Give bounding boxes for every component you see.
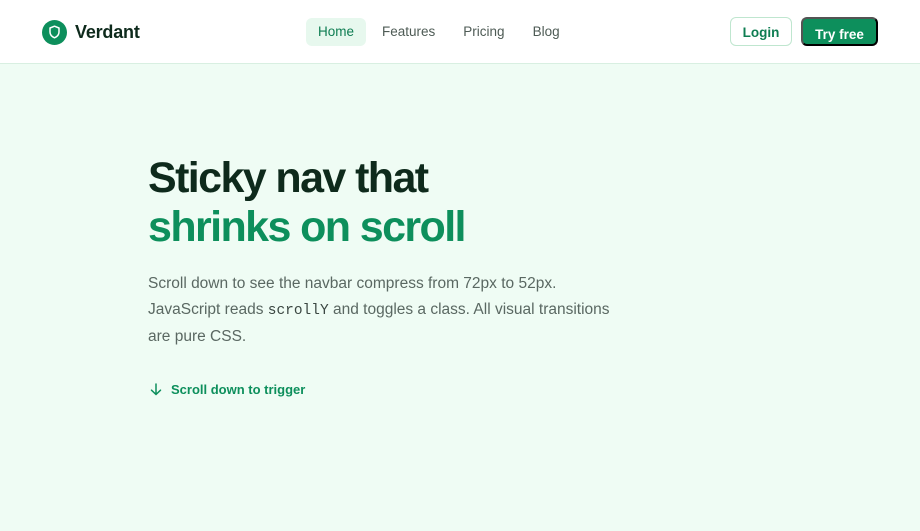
hero-title: Sticky nav that shrinks on scroll	[148, 154, 467, 252]
hero-title-line1: Sticky nav that	[148, 154, 429, 202]
brand-logo-link[interactable]: Verdant	[42, 19, 140, 45]
nav-links: Home Features Pricing Blog	[306, 18, 572, 46]
hero-title-line2: shrinks on scroll	[148, 203, 467, 251]
brand-name: Verdant	[75, 21, 140, 42]
scroll-down-link[interactable]: Scroll down to trigger	[149, 380, 305, 398]
hero-description: Scroll down to see the navbar compress f…	[148, 271, 618, 350]
arrow-down-icon	[149, 382, 163, 396]
shield-icon	[42, 19, 67, 45]
nav-link-blog[interactable]: Blog	[521, 18, 572, 46]
navbar: Verdant Home Features Pricing Blog Login…	[0, 0, 920, 64]
nav-link-pricing[interactable]: Pricing	[451, 18, 516, 46]
scroll-down-label: Scroll down to trigger	[171, 381, 306, 397]
scrolly-code: scrollY	[267, 303, 329, 319]
try-free-button[interactable]: Try free	[801, 17, 878, 46]
nav-link-features[interactable]: Features	[370, 18, 447, 46]
login-button[interactable]: Login	[730, 17, 792, 46]
nav-link-home[interactable]: Home	[306, 18, 367, 46]
